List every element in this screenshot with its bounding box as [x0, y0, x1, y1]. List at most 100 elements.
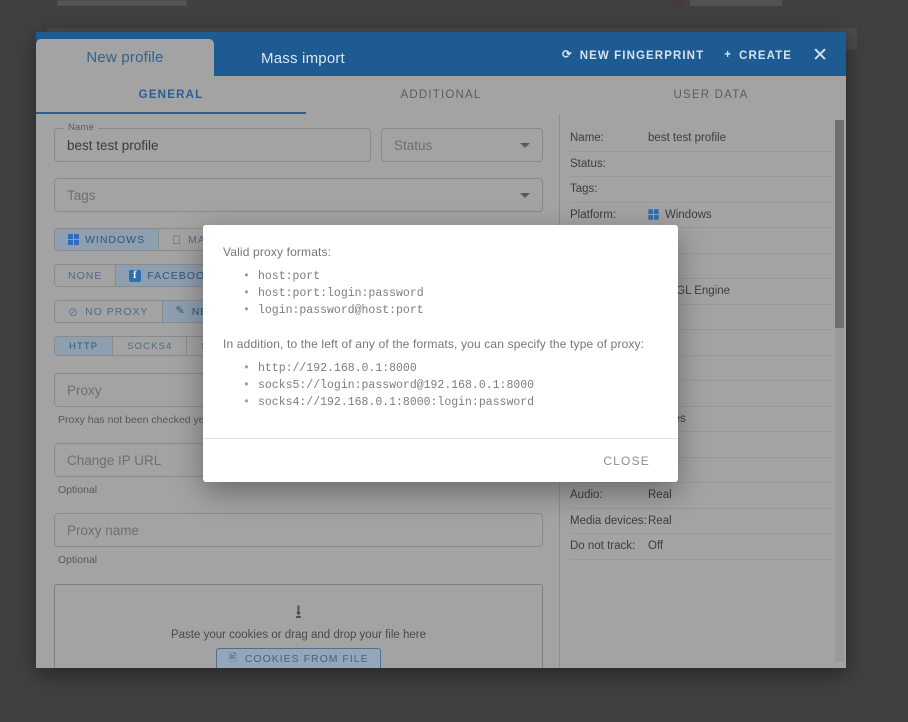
chip-socks4[interactable]: SOCKS4	[113, 336, 188, 356]
summary-row-key: Media devices:	[570, 514, 647, 527]
background-ghost-pill	[57, 0, 187, 6]
tab-additional-label: ADDITIONAL	[400, 89, 482, 101]
summary-row: Audio: Real	[570, 483, 832, 509]
scrollbar-thumb[interactable]	[835, 120, 844, 328]
proxy-name-hint: Optional	[58, 554, 98, 566]
chip-http-label: HTTP	[69, 340, 99, 352]
summary-row-key: Do not track:	[570, 540, 636, 553]
tab-mass-import[interactable]: Mass import	[214, 40, 392, 76]
summary-row-key: Name:	[570, 132, 604, 145]
summary-row: Do not track: Off	[570, 534, 832, 560]
cookies-from-file-button[interactable]: 🖹 COOKIES FROM FILE	[216, 647, 381, 668]
status-select-placeholder: Status	[394, 137, 433, 153]
tab-general-label: GENERAL	[138, 89, 204, 101]
cookies-dropzone-text: Paste your cookies or drag and drop your…	[170, 628, 427, 641]
summary-row-key: Audio:	[570, 489, 603, 502]
status-select[interactable]: Status	[381, 128, 543, 162]
screen: New profile Mass import ⟳ NEW FINGERPRIN…	[0, 0, 908, 722]
create-label: CREATE	[739, 49, 793, 62]
close-icon[interactable]: ✕	[812, 46, 828, 65]
chip-none[interactable]: NONE	[54, 264, 117, 287]
windows-icon	[68, 234, 79, 245]
edit-icon: ✎	[175, 305, 186, 317]
dialog-footer: CLOSE	[203, 438, 678, 482]
summary-row: Status:	[570, 152, 832, 177]
proxy-formats-list: host:porthost:port:login:passwordlogin:p…	[223, 268, 658, 319]
chip-none-label: NONE	[68, 269, 103, 282]
tab-new-profile[interactable]: New profile	[36, 39, 214, 76]
new-fingerprint-button[interactable]: ⟳ NEW FINGERPRINT	[561, 48, 705, 62]
name-status-row: Name best test profile Status	[54, 122, 543, 162]
proxy-name-placeholder: Proxy name	[67, 522, 140, 538]
chip-no-proxy[interactable]: ⊘ NO PROXY	[54, 300, 163, 323]
tab-new-profile-label: New profile	[86, 49, 164, 66]
summary-row-value-text: Real	[648, 514, 672, 527]
proxy-name-input[interactable]: Proxy name	[54, 513, 543, 547]
titlebar-actions: ⟳ NEW FINGERPRINT + CREATE ✕	[562, 46, 846, 76]
tab-general[interactable]: GENERAL	[36, 76, 306, 114]
name-field[interactable]: Name best test profile	[54, 122, 371, 162]
background-ghost-label	[690, 0, 782, 6]
summary-row-value: Off	[648, 540, 663, 552]
name-field-legend: Name	[64, 122, 99, 133]
summary-row-value: Windows	[648, 209, 712, 221]
summary-row-value-text: Real	[648, 489, 672, 502]
summary-row-value-text: best test profile	[648, 132, 726, 145]
summary-row-value: Real	[648, 515, 672, 527]
cookies-dropzone[interactable]: ⭳ Paste your cookies or drag and drop yo…	[54, 584, 543, 668]
tags-select-placeholder: Tags	[67, 187, 96, 203]
change-ip-url-placeholder: Change IP URL	[67, 452, 162, 468]
summary-row-value-text: Windows	[665, 208, 712, 221]
name-field-value: best test profile	[67, 137, 159, 153]
plus-icon: +	[724, 48, 733, 61]
download-tray-icon: ⭳	[295, 601, 302, 623]
tab-mass-import-label: Mass import	[261, 49, 345, 67]
dialog-intro: Valid proxy formats:	[223, 245, 332, 259]
proxy-example-item: http://192.168.0.1:8000	[223, 360, 658, 377]
chevron-down-icon	[520, 192, 530, 198]
proxy-example-item: socks4://192.168.0.1:8000:login:password	[223, 394, 658, 411]
chip-socks4-label: SOCKS4	[127, 340, 173, 352]
facebook-icon: f	[129, 269, 142, 282]
background-ghost-badge	[672, 0, 684, 7]
proxy-format-item: login:password@host:port	[223, 302, 658, 319]
summary-row: Name: best test profile	[570, 126, 832, 152]
refresh-icon: ⟳	[561, 48, 573, 61]
summary-row-value-text: Off	[648, 540, 664, 553]
summary-row-value: best test profile	[648, 132, 726, 144]
no-proxy-icon: ⊘	[68, 304, 80, 319]
proxy-format-item: host:port:login:password	[223, 285, 658, 302]
create-button[interactable]: + CREATE	[724, 48, 793, 62]
tab-additional[interactable]: ADDITIONAL	[306, 76, 576, 114]
dialog-close-button[interactable]: CLOSE	[595, 448, 658, 474]
proxy-input-placeholder: Proxy	[67, 382, 102, 398]
tab-user-data[interactable]: USER DATA	[576, 76, 846, 114]
proxy-examples-list: http://192.168.0.1:8000socks5://login:pa…	[223, 360, 658, 411]
change-ip-url-hint: Optional	[58, 484, 98, 496]
summary-row-value: Real	[648, 489, 672, 501]
new-fingerprint-label: NEW FINGERPRINT	[579, 49, 705, 62]
cookies-from-file-label: COOKIES FROM FILE	[244, 652, 369, 665]
chip-windows[interactable]: WINDOWS	[54, 228, 160, 251]
section-tabs: GENERAL ADDITIONAL USER DATA	[36, 76, 846, 114]
proxy-format-item: host:port	[223, 268, 658, 285]
dialog-second-intro: In addition, to the left of any of the f…	[223, 337, 645, 351]
chip-no-proxy-label: NO PROXY	[85, 305, 149, 318]
proxy-formats-dialog: Valid proxy formats: host:porthost:port:…	[203, 225, 678, 482]
summary-row: Media devices: Real	[570, 509, 832, 534]
tags-row: Tags	[54, 178, 543, 212]
dialog-body: Valid proxy formats: host:porthost:port:…	[203, 225, 678, 438]
apple-icon: 	[172, 234, 182, 246]
summary-row-key: Tags:	[570, 183, 598, 196]
chip-windows-label: WINDOWS	[85, 233, 146, 246]
summary-row: Tags:	[570, 177, 832, 203]
tab-user-data-label: USER DATA	[673, 89, 749, 101]
chip-http[interactable]: HTTP	[54, 336, 114, 356]
tags-select[interactable]: Tags	[54, 178, 543, 212]
proxy-example-item: socks5://login:password@192.168.0.1:8000	[223, 377, 658, 394]
windows-icon	[648, 209, 659, 220]
chevron-down-icon	[520, 142, 530, 148]
summary-row-key: Status:	[570, 157, 606, 170]
window-titlebar: New profile Mass import ⟳ NEW FINGERPRIN…	[36, 32, 846, 76]
summary-row-key: Platform:	[570, 208, 617, 221]
